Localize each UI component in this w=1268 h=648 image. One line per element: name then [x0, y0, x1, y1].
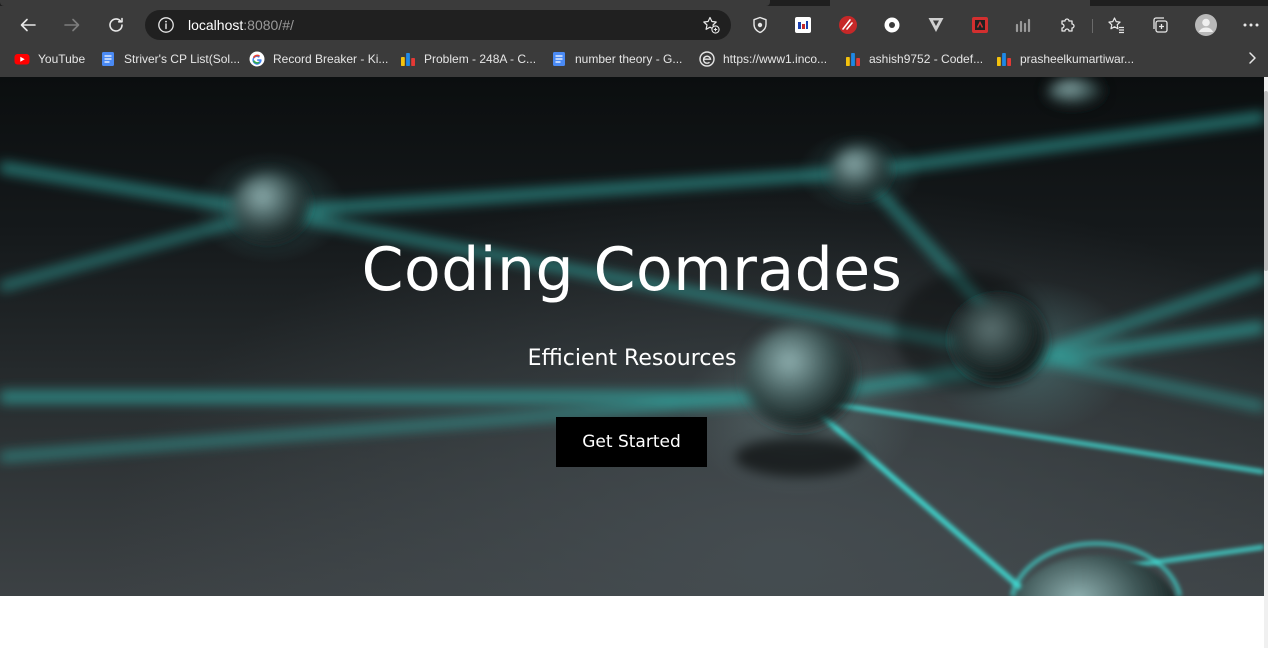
- address-url[interactable]: localhost:8080/#/: [188, 17, 294, 33]
- extension-v-icon: [928, 18, 944, 32]
- extension-circle-icon: [884, 17, 900, 33]
- google-icon: [249, 51, 265, 67]
- extension-button[interactable]: [970, 15, 990, 35]
- reload-button[interactable]: [101, 10, 131, 40]
- url-host: localhost: [188, 17, 244, 33]
- puzzle-icon: [1061, 18, 1075, 32]
- bookmark-item[interactable]: https://www1.inco...: [699, 49, 827, 69]
- more-horizontal-icon: [1243, 23, 1259, 27]
- favorites-button[interactable]: [1106, 15, 1126, 35]
- extension-calendar-icon: [795, 17, 811, 33]
- hero-subtitle: Efficient Resources: [527, 346, 737, 371]
- extension-red-icon: [839, 16, 857, 34]
- docs-icon: [553, 52, 565, 66]
- settings-menu-button[interactable]: [1241, 15, 1261, 35]
- chevron-right-icon[interactable]: [1244, 50, 1260, 66]
- extension-button[interactable]: [1014, 15, 1034, 35]
- bookmark-item[interactable]: Striver's CP List(Sol...: [100, 49, 240, 69]
- url-path: :8080/#/: [243, 17, 294, 33]
- favorites-star-icon: [1108, 17, 1124, 34]
- bookmark-item[interactable]: ashish9752 - Codef...: [845, 49, 983, 69]
- refresh-icon: [109, 17, 123, 32]
- favorites-bar: YouTube Striver's CP List(Sol... Record …: [0, 44, 1268, 73]
- tracking-prevention-button[interactable]: [750, 15, 770, 35]
- bookmark-item[interactable]: prasheelkumartiwar...: [996, 49, 1134, 69]
- scrollbar-thumb[interactable]: [1264, 91, 1268, 271]
- extension-button[interactable]: [838, 15, 858, 35]
- avatar-icon: [1195, 14, 1217, 36]
- browser-toolbar: localhost:8080/#/: [0, 6, 1268, 44]
- arrow-right-icon: [64, 18, 80, 32]
- bookmark-item[interactable]: Problem - 248A - C...: [400, 49, 536, 69]
- bookmark-item[interactable]: YouTube: [14, 49, 85, 69]
- extension-red-square-icon: [972, 17, 988, 33]
- codeforces-icon: [846, 53, 860, 66]
- extension-chart-icon: [1015, 18, 1031, 33]
- hero-section: Coding Comrades Efficient Resources Get …: [0, 77, 1264, 596]
- bookmark-label: Striver's CP List(Sol...: [124, 52, 241, 66]
- page-scrollbar[interactable]: [1264, 77, 1268, 648]
- bookmark-label: prasheelkumartiwar...: [1020, 52, 1135, 66]
- bookmark-label: Record Breaker - Ki...: [273, 52, 389, 66]
- hero-title: Coding Comrades: [361, 235, 903, 305]
- collections-icon: [1153, 17, 1168, 33]
- info-icon[interactable]: [157, 16, 175, 34]
- bookmark-item[interactable]: number theory - G...: [551, 49, 682, 69]
- bookmark-label: Problem - 248A - C...: [424, 52, 537, 66]
- shield-icon: [753, 16, 767, 34]
- codeforces-icon: [997, 53, 1011, 66]
- add-favorite-icon[interactable]: [701, 15, 721, 35]
- edge-page-icon: [699, 51, 715, 67]
- profile-button[interactable]: [1195, 14, 1217, 36]
- bookmark-label: number theory - G...: [575, 52, 683, 66]
- bookmark-label: https://www1.inco...: [723, 52, 828, 66]
- arrow-left-icon: [20, 18, 36, 32]
- extension-button[interactable]: [926, 15, 946, 35]
- youtube-icon: [14, 54, 30, 65]
- bookmark-label: YouTube: [38, 52, 86, 66]
- toolbar-separator: [1092, 19, 1093, 33]
- hero-content: Coding Comrades Efficient Resources Get …: [0, 77, 1264, 596]
- get-started-button[interactable]: Get Started: [556, 417, 707, 467]
- collections-button[interactable]: [1150, 15, 1170, 35]
- codeforces-icon: [401, 53, 415, 66]
- extension-button[interactable]: [793, 15, 813, 35]
- bookmark-label: ashish9752 - Codef...: [869, 52, 984, 66]
- page-content-area: [0, 596, 1264, 648]
- address-bar[interactable]: localhost:8080/#/: [145, 10, 731, 40]
- browser-chrome: localhost:8080/#/ YouTube Striver's CP L…: [0, 0, 1268, 77]
- docs-icon: [102, 52, 114, 66]
- forward-button[interactable]: [57, 10, 87, 40]
- extensions-button[interactable]: [1058, 15, 1078, 35]
- bookmark-item[interactable]: Record Breaker - Ki...: [249, 49, 388, 69]
- extension-button[interactable]: [882, 15, 902, 35]
- back-button[interactable]: [13, 10, 43, 40]
